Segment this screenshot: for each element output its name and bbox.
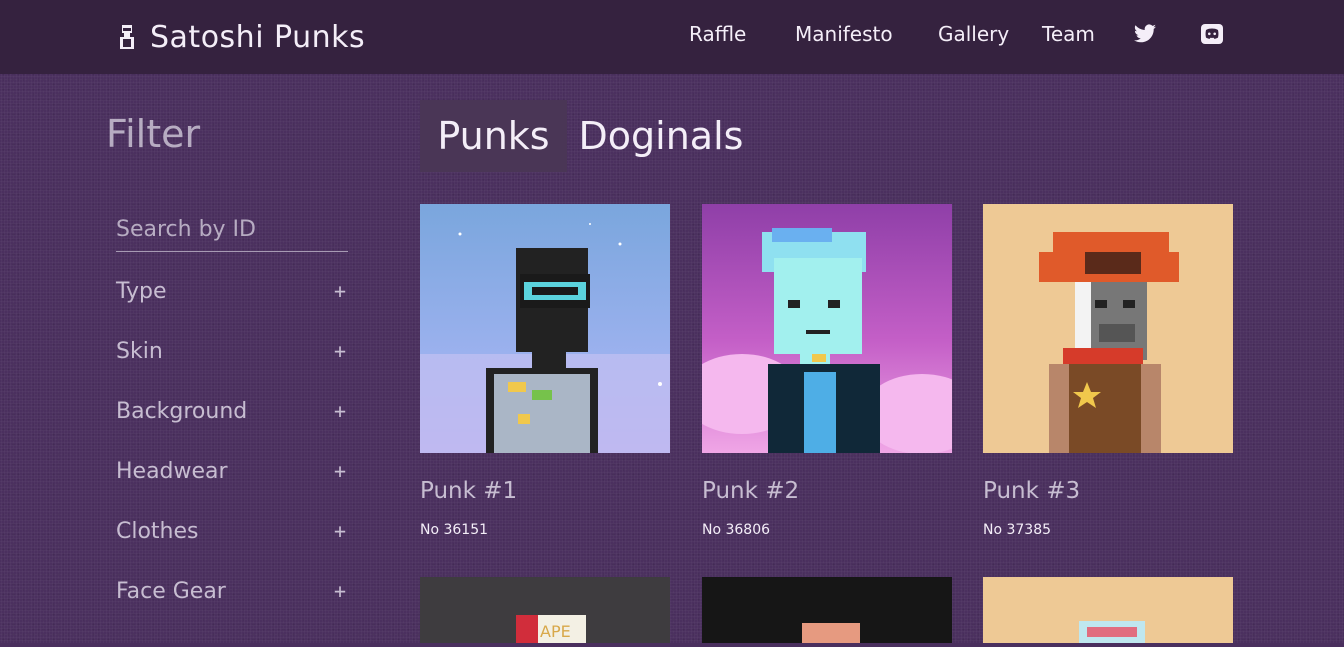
facet-background[interactable]: Background + (116, 394, 348, 428)
plus-icon[interactable]: + (332, 399, 348, 423)
top-navbar: Satoshi Punks Raffle Manifesto Gallery T… (0, 0, 1344, 74)
brand[interactable]: Satoshi Punks (116, 18, 365, 56)
punk-card-4[interactable]: APE (420, 577, 670, 647)
nav-gallery[interactable]: Gallery (938, 22, 1009, 46)
plus-icon[interactable]: + (332, 339, 348, 363)
card-number: No 36806 (702, 522, 771, 538)
punk-logo-icon (120, 25, 134, 49)
tab-doginals[interactable]: Doginals (571, 100, 751, 172)
nav-manifesto[interactable]: Manifesto (795, 22, 893, 46)
card-number: No 37385 (983, 522, 1052, 538)
nav-raffle[interactable]: Raffle (689, 22, 746, 46)
facet-label: Headwear (116, 458, 228, 484)
punk-2-image (682, 204, 982, 454)
card-title: Punk #1 (420, 478, 518, 504)
plus-icon[interactable]: + (332, 279, 348, 303)
facet-skin[interactable]: Skin + (116, 334, 348, 368)
punk-1-image (420, 204, 670, 453)
ape-hat-label: APE (540, 622, 571, 641)
punk-4-image: APE (420, 577, 670, 643)
card-title: Punk #3 (983, 478, 1081, 504)
facet-label: Clothes (116, 518, 199, 544)
search-input[interactable] (116, 208, 348, 252)
punk-card-5[interactable] (702, 577, 952, 647)
twitter-icon[interactable] (1132, 22, 1158, 46)
card-title: Punk #2 (702, 478, 800, 504)
facet-type[interactable]: Type + (116, 274, 348, 308)
facet-label: Type (116, 278, 167, 304)
punk-card-6[interactable] (983, 577, 1233, 647)
facet-face-gear[interactable]: Face Gear + (116, 574, 348, 608)
facet-headwear[interactable]: Headwear + (116, 454, 348, 488)
facet-label: Face Gear (116, 578, 226, 604)
punk-card-3[interactable]: Punk #3 No 37385 (983, 204, 1233, 538)
nav-team[interactable]: Team (1042, 22, 1095, 46)
tab-punks[interactable]: Punks (420, 100, 567, 172)
facet-label: Background (116, 398, 248, 424)
brand-name: Satoshi Punks (150, 19, 366, 55)
discord-icon[interactable] (1199, 22, 1225, 46)
punk-5-image (702, 577, 952, 643)
punk-6-image (983, 577, 1233, 643)
filter-title: Filter (106, 112, 201, 156)
punk-3-image (983, 204, 1233, 453)
facet-label: Skin (116, 338, 163, 364)
punk-card-1[interactable]: Punk #1 No 36151 (420, 204, 670, 538)
plus-icon[interactable]: + (332, 519, 348, 543)
punk-card-2[interactable]: Punk #2 No 36806 (682, 204, 982, 538)
plus-icon[interactable]: + (332, 579, 348, 603)
facet-clothes[interactable]: Clothes + (116, 514, 348, 548)
card-number: No 36151 (420, 522, 489, 538)
plus-icon[interactable]: + (332, 459, 348, 483)
